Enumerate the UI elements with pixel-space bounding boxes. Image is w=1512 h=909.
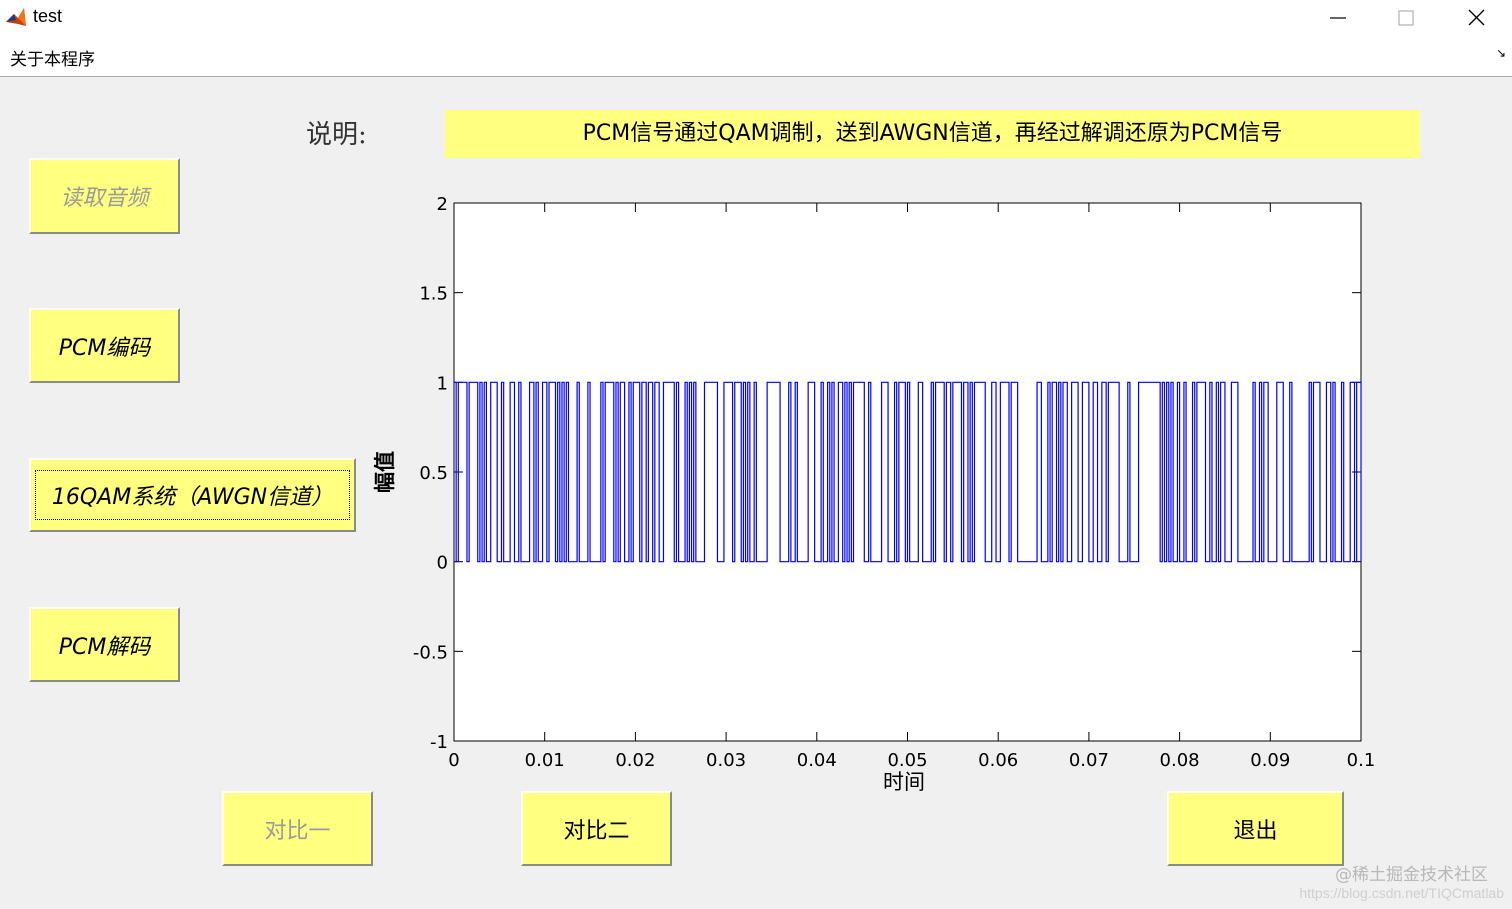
- x-tick-label: 0.02: [615, 750, 655, 771]
- watermark: @稀土掘金技术社区: [1335, 865, 1488, 885]
- compare-one-label: 对比一: [264, 818, 331, 844]
- description-text-content: PCM信号通过QAM调制，送到AWGN信道，再经过解调还原为PCM信号: [582, 121, 1283, 146]
- maximize-button[interactable]: [1372, 0, 1442, 36]
- exit-label: 退出: [1233, 818, 1278, 844]
- maximize-icon: [1398, 10, 1414, 26]
- pcm-decode-button[interactable]: PCM解码: [29, 607, 180, 682]
- y-axis-label: 幅值: [373, 451, 397, 493]
- y-tick-label: 1: [437, 373, 448, 394]
- x-tick-label: 0.04: [797, 750, 837, 771]
- y-tick-label: 0: [437, 553, 448, 574]
- compare-two-button[interactable]: 对比二: [521, 791, 672, 866]
- matlab-icon: [6, 8, 26, 26]
- pcm-encode-label: PCM编码: [58, 335, 151, 361]
- x-tick-label: 0.09: [1250, 750, 1290, 771]
- window-title: test: [33, 6, 63, 26]
- description-label: 说明:: [306, 120, 367, 150]
- close-icon: [1468, 9, 1485, 26]
- dock-arrow-icon[interactable]: ↘: [1496, 46, 1506, 60]
- x-tick-label: 0.01: [525, 750, 565, 771]
- menu-bar: 关于本程序 ↘: [0, 36, 1512, 77]
- window-titlebar: test: [0, 0, 1512, 36]
- x-tick-label: 0.03: [706, 750, 746, 771]
- x-axis-label: 时间: [883, 770, 925, 794]
- y-tick-label: -0.5: [413, 642, 448, 663]
- watermark-url: https://blog.csdn.net/TIQCmatlab: [1299, 885, 1504, 901]
- qam-system-label: 16QAM系统（AWGN信道）: [35, 470, 350, 520]
- compare-two-label: 对比二: [563, 818, 630, 844]
- read-audio-button[interactable]: 读取音频: [29, 158, 180, 234]
- pcm-decode-label: PCM解码: [58, 634, 151, 660]
- minimize-button[interactable]: [1302, 0, 1372, 36]
- x-tick-label: 0.05: [887, 750, 927, 771]
- x-tick-label: 0.1: [1347, 750, 1376, 771]
- minimize-icon: [1330, 17, 1346, 19]
- y-tick-label: 1.5: [419, 284, 448, 305]
- menu-item-about[interactable]: 关于本程序: [10, 45, 95, 70]
- qam-system-button[interactable]: 16QAM系统（AWGN信道）: [29, 458, 356, 532]
- signal-line: [454, 381, 1362, 563]
- x-tick-label: 0: [448, 750, 459, 771]
- description-text: PCM信号通过QAM调制，送到AWGN信道，再经过解调还原为PCM信号: [445, 110, 1420, 158]
- y-tick-label: 0.5: [419, 463, 448, 484]
- x-tick-label: 0.06: [978, 750, 1018, 771]
- exit-button[interactable]: 退出: [1167, 791, 1344, 866]
- close-button[interactable]: [1442, 0, 1512, 36]
- signal-plot: 0 0.01 0.02 0.03 0.04 0.05 0.06 0.07 0.08 0.09 0.1…: [373, 194, 1376, 794]
- y-tick-label: -1: [430, 732, 448, 753]
- x-tick-label: 0.07: [1069, 750, 1109, 771]
- read-audio-label: 读取音频: [60, 186, 149, 211]
- x-tick-label: 0.08: [1160, 750, 1200, 771]
- compare-one-button[interactable]: 对比一: [222, 791, 373, 866]
- pcm-encode-button[interactable]: PCM编码: [29, 308, 180, 383]
- y-tick-label: 2: [437, 194, 448, 215]
